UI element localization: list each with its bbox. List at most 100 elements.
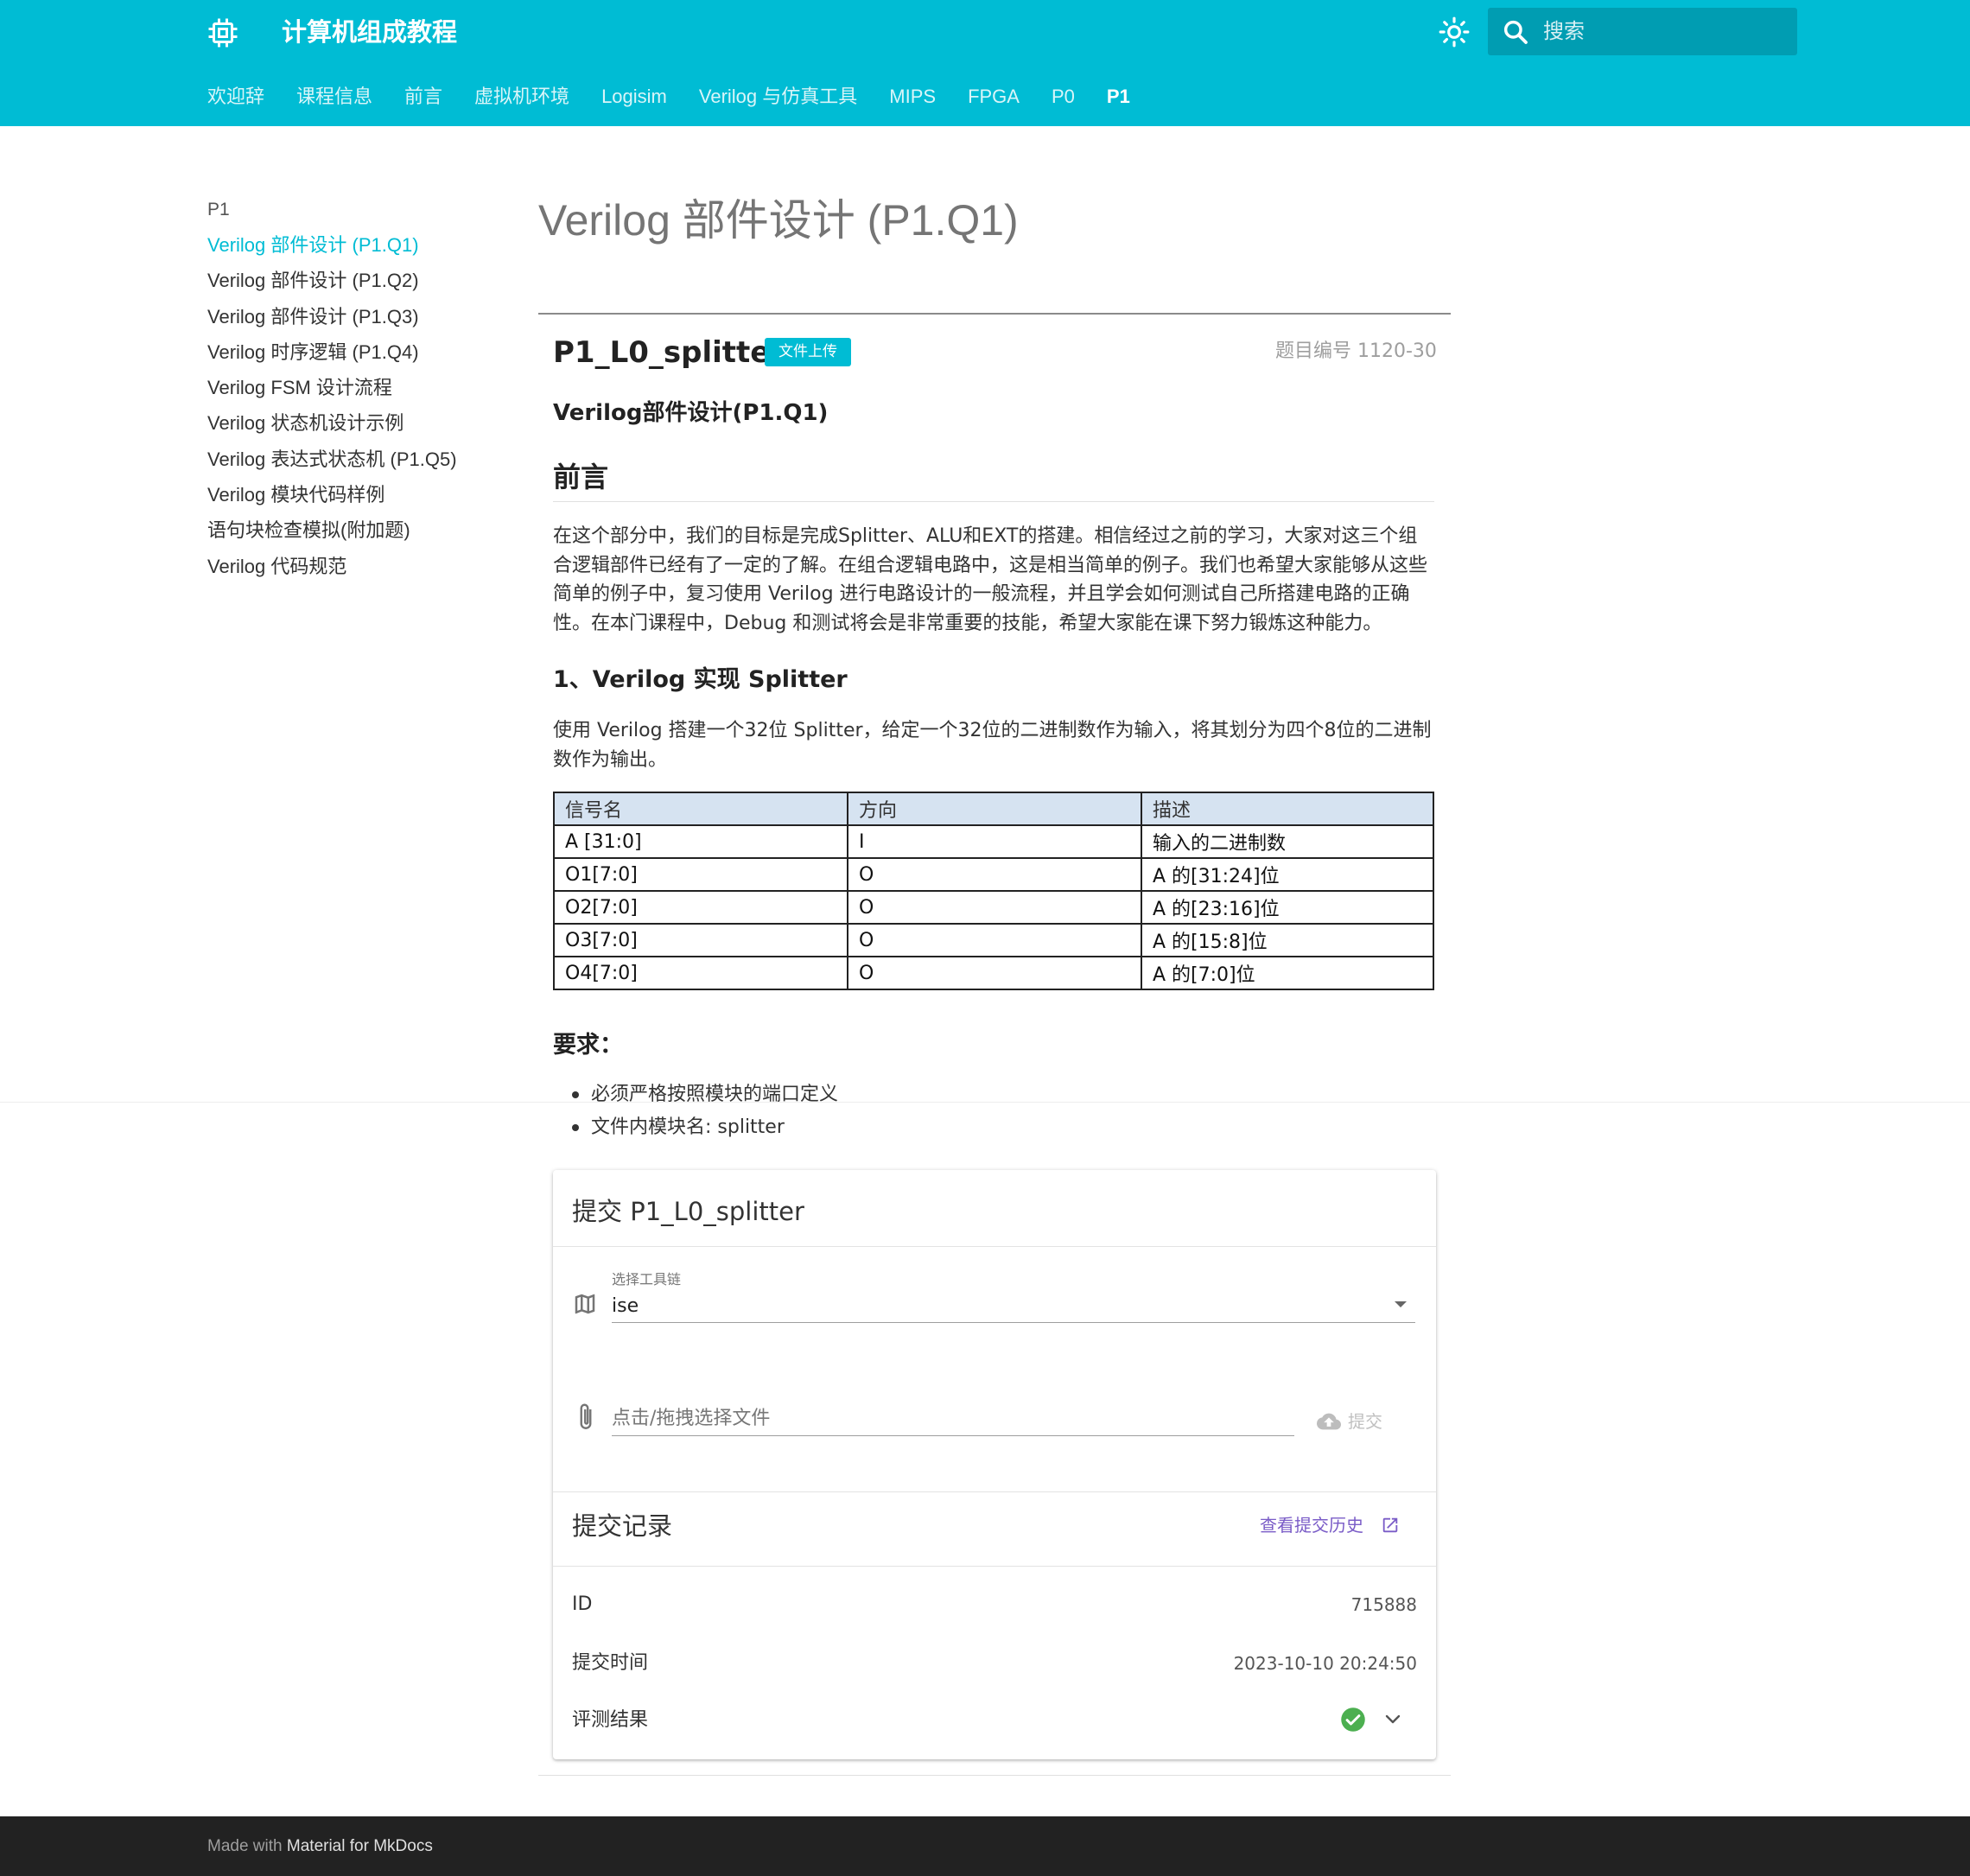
records-title: 提交记录 xyxy=(572,1511,673,1541)
card-divider xyxy=(553,1491,1436,1492)
paperclip-icon xyxy=(580,1403,592,1429)
table-cell: O xyxy=(847,890,1142,925)
tab-preface[interactable]: 前言 xyxy=(404,79,442,114)
sidebar-item-p1-q1[interactable]: Verilog 部件设计 (P1.Q1) xyxy=(207,231,501,260)
footer-brand-link[interactable]: Material for MkDocs xyxy=(287,1837,433,1855)
table-row: O1[7:0] O A 的[31:24]位 xyxy=(553,857,1434,892)
sidebar-item-p1-q2[interactable]: Verilog 部件设计 (P1.Q2) xyxy=(207,266,501,296)
tab-vm-env[interactable]: 虚拟机环境 xyxy=(474,79,569,114)
map-icon xyxy=(575,1294,595,1314)
requirements-list: 必须严格按照模块的端口定义 文件内模块名: splitter xyxy=(572,1078,838,1144)
splitter-paragraph: 使用 Verilog 搭建一个32位 Splitter，给定一个32位的二进制数… xyxy=(553,720,1432,771)
table-header-cell: 描述 xyxy=(1141,792,1434,826)
list-item: 文件内模块名: splitter xyxy=(572,1111,838,1144)
table-cell: A 的[31:24]位 xyxy=(1141,857,1434,892)
card-divider xyxy=(553,1246,1436,1247)
footer-credit: Made with Material for MkDocs xyxy=(207,1834,433,1860)
tab-verilog-tools[interactable]: Verilog 与仿真工具 xyxy=(699,79,857,114)
splitter-heading: 1、Verilog 实现 Splitter xyxy=(553,666,848,693)
tab-fpga[interactable]: FPGA xyxy=(968,79,1020,114)
table-cell: A 的[23:16]位 xyxy=(1141,890,1434,925)
dropdown-arrow-icon[interactable] xyxy=(1395,1301,1407,1307)
sidebar-item-p1-q4[interactable]: Verilog 时序逻辑 (P1.Q4) xyxy=(207,338,501,367)
top-header: 计算机组成教程 欢迎辞 课程信息 前言 虚拟机环境 Logisim Verilo… xyxy=(0,0,1970,126)
content-end-divider xyxy=(538,1775,1451,1776)
tab-course-info[interactable]: 课程信息 xyxy=(296,79,372,114)
view-history-link[interactable]: 查看提交历史 xyxy=(1260,1512,1363,1538)
footer: Made with Material for MkDocs xyxy=(0,1816,1970,1876)
table-row: A [31:0] I 输入的二进制数 xyxy=(553,824,1434,859)
table-cell: O xyxy=(847,923,1142,957)
table-row: O2[7:0] O A 的[23:16]位 xyxy=(553,890,1434,925)
tab-p1[interactable]: P1 xyxy=(1107,79,1130,114)
table-row: O4[7:0] O A 的[7:0]位 xyxy=(553,956,1434,990)
sidebar-nav: P1 Verilog 部件设计 (P1.Q1) Verilog 部件设计 (P1… xyxy=(207,195,501,588)
problem-title: P1_L0_splitter xyxy=(553,335,785,370)
select-underline xyxy=(612,1322,1415,1323)
page-title: Verilog 部件设计 (P1.Q1) xyxy=(538,196,1019,245)
sidebar-item-p1-q5[interactable]: Verilog 表达式状态机 (P1.Q5) xyxy=(207,445,501,474)
table-header-cell: 方向 xyxy=(847,792,1142,826)
table-cell: O3[7:0] xyxy=(553,923,848,957)
toolchain-select[interactable]: ise xyxy=(612,1293,639,1320)
chip-icon[interactable] xyxy=(207,17,238,48)
sidebar-item-bonus[interactable]: 语句块检查模拟(附加题) xyxy=(207,516,501,545)
chevron-down-icon[interactable] xyxy=(1384,1714,1401,1726)
brightness-icon[interactable] xyxy=(1438,16,1471,48)
table-cell: O1[7:0] xyxy=(553,857,848,892)
record-time-value: 2023-10-10 20:24:50 xyxy=(1233,1653,1417,1674)
sidebar-item-p1-q3[interactable]: Verilog 部件设计 (P1.Q3) xyxy=(207,302,501,332)
search-icon[interactable] xyxy=(1502,18,1529,46)
problem-id: 题目编号 1120-30 xyxy=(1275,340,1437,362)
table-cell: O2[7:0] xyxy=(553,890,848,925)
sidebar-item-fsm-flow[interactable]: Verilog FSM 设计流程 xyxy=(207,373,501,403)
site-title[interactable]: 计算机组成教程 xyxy=(282,14,457,50)
card-divider xyxy=(553,1566,1436,1567)
cloud-upload-icon xyxy=(1317,1413,1341,1430)
table-cell: O xyxy=(847,956,1142,990)
sidebar-item-code-style[interactable]: Verilog 代码规范 xyxy=(207,552,501,582)
faint-divider xyxy=(0,1102,1970,1103)
table-cell: A 的[7:0]位 xyxy=(1141,956,1434,990)
tab-welcome[interactable]: 欢迎辞 xyxy=(207,79,264,114)
table-cell: A 的[15:8]位 xyxy=(1141,923,1434,957)
submit-card-title: 提交 P1_L0_splitter xyxy=(572,1197,804,1226)
upload-type-badge: 文件上传 xyxy=(765,338,851,366)
preface-heading: 前言 xyxy=(553,461,609,493)
record-result-label: 评测结果 xyxy=(572,1709,649,1731)
tab-logisim[interactable]: Logisim xyxy=(601,79,667,114)
open-external-icon[interactable] xyxy=(1381,1516,1400,1535)
sidebar-item-fsm-example[interactable]: Verilog 状态机设计示例 xyxy=(207,409,501,438)
table-cell: O xyxy=(847,857,1142,892)
check-circle-icon xyxy=(1341,1707,1365,1732)
sidebar-item-code-samples[interactable]: Verilog 模块代码样例 xyxy=(207,480,501,510)
preface-paragraph: 在这个部分中，我们的目标是完成Splitter、ALU和EXT的搭建。相信经过之… xyxy=(553,525,1428,634)
record-time-label: 提交时间 xyxy=(572,1652,649,1674)
search-input[interactable] xyxy=(1543,13,1785,49)
record-id-label: ID xyxy=(572,1593,593,1615)
tab-p0[interactable]: P0 xyxy=(1052,79,1075,114)
requirements-heading: 要求： xyxy=(553,1032,623,1059)
table-cell: 输入的二进制数 xyxy=(1141,824,1434,859)
heading-divider xyxy=(553,501,1434,502)
problem-subtitle: Verilog部件设计(P1.Q1) xyxy=(553,400,829,426)
submit-button[interactable]: 提交 xyxy=(1348,1409,1382,1434)
table-cell: I xyxy=(847,824,1142,859)
toolchain-label: 选择工具链 xyxy=(612,1271,682,1288)
table-row: O3[7:0] O A 的[15:8]位 xyxy=(553,923,1434,957)
nav-tabs: 欢迎辞 课程信息 前言 虚拟机环境 Logisim Verilog 与仿真工具 … xyxy=(207,79,1162,114)
file-picker-input[interactable] xyxy=(612,1402,1294,1436)
table-cell: A [31:0] xyxy=(553,824,848,859)
title-divider xyxy=(538,313,1451,315)
list-item: 必须严格按照模块的端口定义 xyxy=(572,1078,838,1111)
sidebar-section-title: P1 xyxy=(207,200,230,219)
record-id-value: 715888 xyxy=(1350,1594,1417,1615)
footer-prefix: Made with xyxy=(207,1837,283,1855)
submit-card: 提交 P1_L0_splitter 选择工具链 ise 提交 提交记录 查看提交… xyxy=(553,1170,1436,1759)
signal-table: 信号名 方向 描述 A [31:0] I 输入的二进制数 O1[7:0] O A… xyxy=(553,792,1434,990)
search-box[interactable] xyxy=(1488,8,1797,55)
tab-mips[interactable]: MIPS xyxy=(889,79,936,114)
table-header-row: 信号名 方向 描述 xyxy=(553,792,1434,826)
table-header-cell: 信号名 xyxy=(553,792,848,826)
table-cell: O4[7:0] xyxy=(553,956,848,990)
